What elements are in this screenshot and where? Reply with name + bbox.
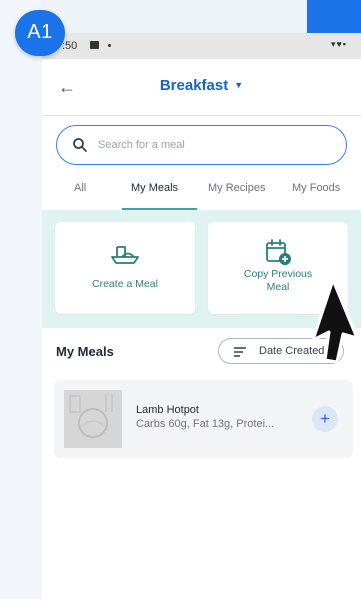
chevron-down-icon: ▼ [234,80,244,90]
step-badge: A1 [15,10,65,56]
create-meal-button[interactable]: Create a Meal [55,222,195,314]
tab-all[interactable]: All [74,182,86,194]
create-meal-label: Create a Meal [92,278,158,290]
app-bar: ← Breakfast ▼ [42,59,361,115]
background-left [0,0,42,599]
section-title: My Meals [56,344,114,359]
list-item[interactable]: Lamb Hotpot Carbs 60g, Fat 13g, Protei..… [54,380,353,458]
add-meal-button[interactable]: + [312,406,338,432]
tab-my-foods[interactable]: My Foods [292,182,340,194]
meal-tray-icon [111,246,139,264]
copy-previous-label-line2: Meal [266,281,290,293]
header-divider [42,115,361,116]
notification-dot-icon [108,44,111,47]
background-accent [307,0,361,34]
meal-macros: Carbs 60g, Fat 13g, Protei... [136,418,275,430]
tab-my-meals[interactable]: My Meals [131,182,178,194]
search-icon [73,138,87,152]
signal-battery-icon: ▾♥▪ [330,39,347,49]
search-placeholder: Search for a meal [98,139,185,151]
step-badge-label: A1 [27,21,53,43]
page-title: Breakfast [159,77,229,94]
pointer-cursor-icon [311,278,359,364]
notification-icon [90,41,99,49]
tab-my-recipes[interactable]: My Recipes [208,182,265,194]
calendar-add-icon [266,239,291,265]
status-bar: :50 ▾♥▪ [42,33,361,59]
meal-thumbnail [64,390,122,448]
meal-selector[interactable]: Breakfast ▼ [42,77,361,95]
copy-previous-label-line1: Copy Previous [243,268,313,280]
sort-icon [234,347,246,357]
tab-bar: All My Meals My Recipes My Foods [42,174,361,210]
meal-name: Lamb Hotpot [136,404,199,416]
plus-icon: + [320,409,330,428]
search-input[interactable]: Search for a meal [56,125,347,165]
